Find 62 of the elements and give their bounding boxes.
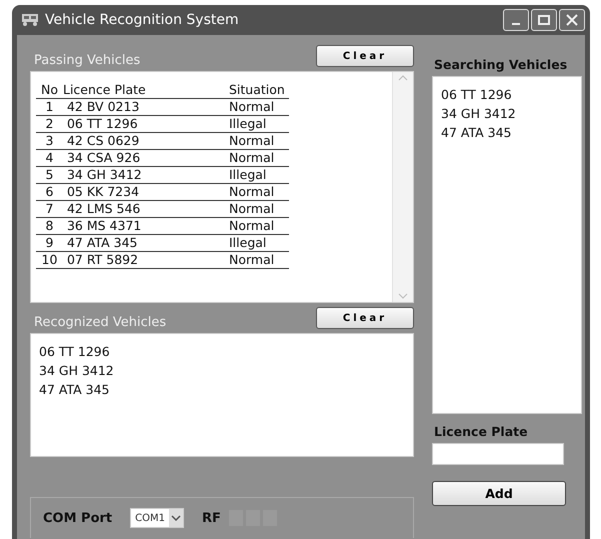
maximize-button[interactable]	[531, 9, 557, 31]
com-port-dropdown[interactable]: COM1	[130, 508, 184, 528]
table-cell-text: 05 KK 7234	[66, 184, 140, 200]
list-item: 06 TT 1296	[39, 343, 111, 361]
section-label: Recognized Vehicles	[33, 315, 166, 332]
window-title: Vehicle Recognition System	[45, 12, 239, 28]
scrollbar[interactable]	[392, 72, 413, 302]
table-cell-text: Illegal	[229, 235, 268, 251]
table-cell-text: 42 LMS 546	[66, 201, 142, 217]
maximize-icon	[538, 15, 550, 25]
table-cell-text: 34 GH 3412	[66, 167, 143, 183]
rf-label: RF	[202, 510, 221, 526]
minimize-icon	[512, 23, 520, 25]
column-header: Situation	[229, 82, 286, 98]
table-cell-text: 42 CS 0629	[66, 133, 140, 149]
caret-icon	[170, 515, 181, 521]
list-item: 34 GH 3412	[441, 105, 517, 123]
list-item: 47 ATA 345	[441, 124, 513, 142]
table-cell-text: 07 RT 5892	[66, 252, 140, 268]
close-icon	[566, 14, 578, 26]
table-cell-text: 10	[40, 252, 58, 268]
table-cell-text: 06 TT 1296	[66, 116, 139, 132]
table-cell-text: Illegal	[229, 116, 268, 132]
table-cell-text: Normal	[229, 218, 276, 234]
table-cell-text: 2	[44, 116, 54, 132]
add-button[interactable]: Add	[432, 481, 566, 506]
table-cell-text: 4	[44, 150, 54, 166]
table-cell-text: 3	[44, 133, 54, 149]
close-button[interactable]	[559, 9, 585, 31]
scroll-down-icon[interactable]	[398, 293, 408, 299]
scroll-up-icon[interactable]	[398, 75, 408, 81]
column-header: No	[40, 82, 59, 98]
table-cell-text: Normal	[229, 252, 276, 268]
table-cell-text: Normal	[229, 133, 276, 149]
table-cell-text: 5	[44, 167, 54, 183]
table-cell-text: Normal	[229, 99, 276, 115]
table-cell-text: 8	[44, 218, 54, 234]
table-cell-text: 36 MS 4371	[66, 218, 142, 234]
table-cell-text: 34 CSA 926	[66, 150, 142, 166]
list-item: 06 TT 1296	[441, 86, 513, 104]
truck-icon	[21, 13, 39, 27]
table-cell-text: Illegal	[229, 167, 268, 183]
minimize-button[interactable]	[503, 9, 529, 31]
table-cell-text: 42 BV 0213	[66, 99, 140, 115]
section-label: Passing Vehicles	[33, 53, 140, 70]
list-item: 47 ATA 345	[39, 381, 111, 399]
table-cell-text: 7	[44, 201, 54, 217]
table-cell-text: Normal	[229, 150, 276, 166]
clear-button[interactable]: Clear	[316, 45, 414, 67]
table-cell-text: 47 ATA 345	[66, 235, 138, 251]
table-cell-text: 9	[44, 235, 54, 251]
table-cell-text: Normal	[229, 201, 276, 217]
table-cell-text: 1	[44, 99, 54, 115]
com-port-label: COM Port	[43, 510, 112, 526]
field-label: Licence Plate	[433, 423, 529, 441]
table-cell-text: 6	[44, 184, 54, 200]
clear-button[interactable]: Clear	[316, 307, 414, 329]
table-cell-text: Normal	[229, 184, 276, 200]
column-header: Licence Plate	[63, 82, 147, 98]
list-item: 34 GH 3412	[39, 362, 115, 380]
licence-plate-field[interactable]	[432, 443, 564, 465]
section-label: Searching Vehicles	[433, 56, 568, 74]
